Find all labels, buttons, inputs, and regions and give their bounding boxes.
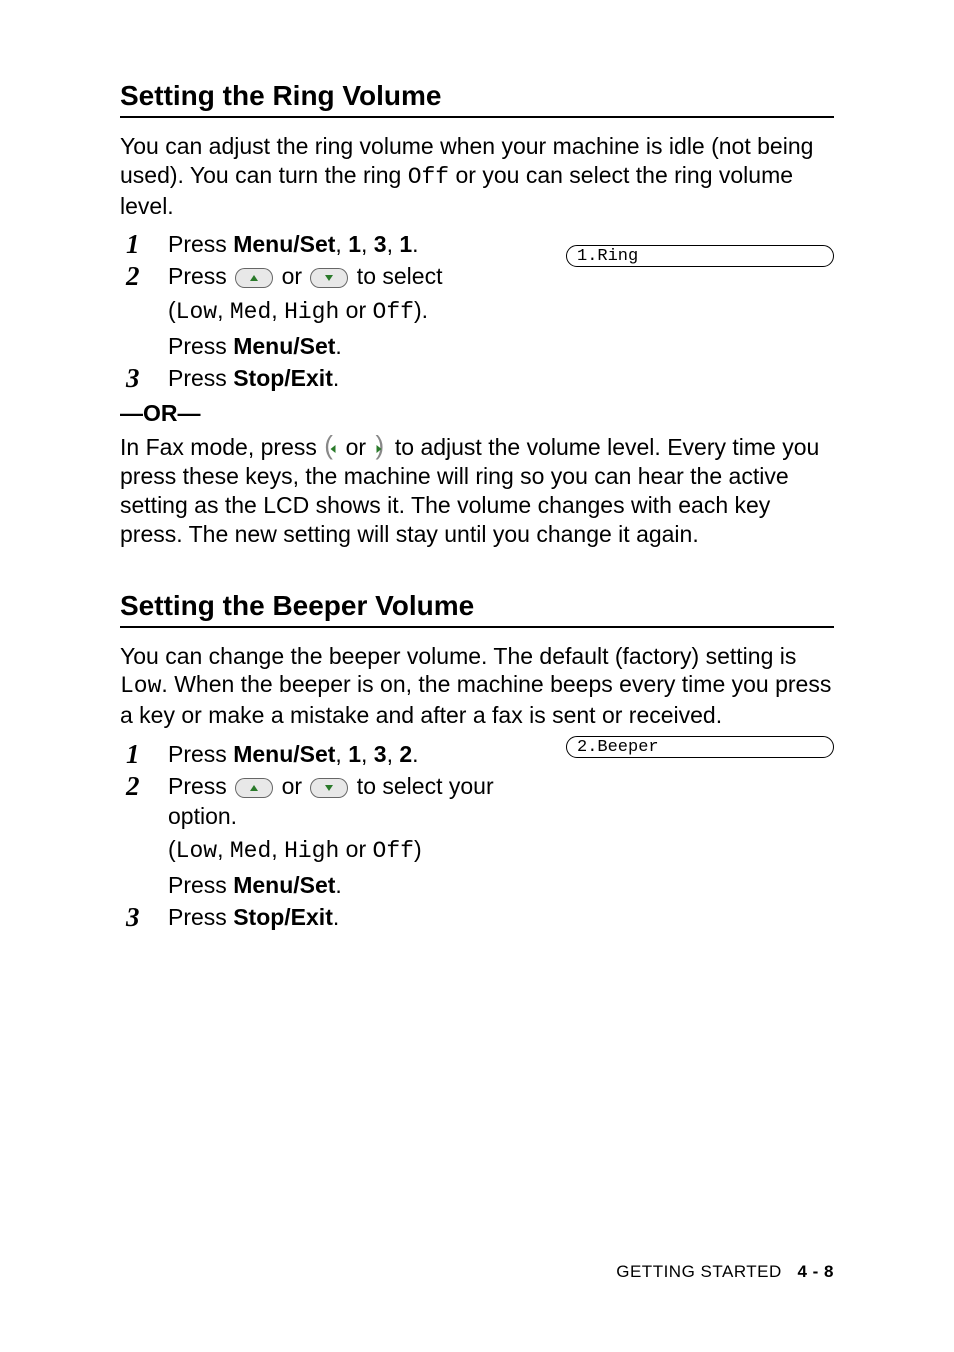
page-footer: GETTING STARTED 4 - 8 [616,1262,834,1282]
text: ) [414,836,422,862]
section1-intro-mono: Off [408,164,449,190]
section1-title: Setting the Ring Volume [120,80,834,118]
text: , [271,297,284,323]
lcd-beeper-display: 2.Beeper [566,736,834,758]
opt-off: Off [373,299,414,325]
text: . [335,333,341,359]
menu-set-label: Menu/Set [233,333,335,359]
text: or [339,297,372,323]
text: , [361,231,374,257]
text: or [275,263,308,289]
opt-low: Low [176,838,217,864]
menu-set-label: Menu/Set [233,872,335,898]
stop-exit-label: Stop/Exit [233,904,333,930]
text: . [412,741,418,767]
key-1: 1 [348,231,361,257]
text: , [217,836,230,862]
text: Press [168,773,233,799]
stop-exit-label: Stop/Exit [233,365,333,391]
lcd-ring-display: 1.Ring [566,245,834,267]
text: . [412,231,418,257]
text: , [217,297,230,323]
text: . [335,872,341,898]
step2-options: (Low, Med, High or Off). [168,296,834,328]
step-body: Press or to select your option. (Low, Me… [168,772,548,902]
section1-intro: You can adjust the ring volume when your… [120,132,834,220]
step-body: Press Stop/Exit. [168,364,834,394]
text: Press [168,263,233,289]
key-3: 3 [374,231,387,257]
step-number: 2 [120,772,168,802]
up-arrow-icon [235,778,273,798]
right-arrow-icon [373,436,387,462]
step2-options: (Low, Med, High or Off) [168,835,548,867]
text: or [339,836,372,862]
section2-title: Setting the Beeper Volume [120,590,834,628]
text: Press [168,333,233,359]
or-separator: —OR— [120,400,834,427]
text: , [271,836,284,862]
step-number: 3 [120,364,168,394]
text: Press [168,872,233,898]
opt-off: Off [373,838,414,864]
menu-set-label: Menu/Set [233,231,335,257]
text: ). [414,297,428,323]
text: Press [168,741,233,767]
step-number: 1 [120,230,168,260]
step2-press: Press Menu/Set. [168,332,834,362]
key-1: 1 [348,741,361,767]
key-2: 2 [399,741,412,767]
step-number: 3 [120,903,168,933]
text: , [387,231,400,257]
footer-page: 4 - 8 [797,1262,834,1281]
opt-high: High [284,299,339,325]
section1-step2: 2 Press or to select (Low, Med, High or … [120,262,834,362]
manual-page: Setting the Ring Volume You can adjust t… [0,0,954,1352]
opt-high: High [284,838,339,864]
section2-step2: 2 Press or to select your option. (Low, … [120,772,834,902]
section2-step3: 3 Press Stop/Exit. [120,903,834,933]
text: In Fax mode, press [120,434,323,460]
key-1b: 1 [399,231,412,257]
text: Press [168,231,233,257]
section2-intro-pre: You can change the beeper volume. The de… [120,643,796,669]
text: to select [350,263,442,289]
step-body: Press or to select (Low, Med, High or Of… [168,262,834,362]
left-arrow-icon [324,436,338,462]
text: ( [168,836,176,862]
section1-step3: 3 Press Stop/Exit. [120,364,834,394]
section2-intro-post: . When the beeper is on, the machine bee… [120,671,831,728]
section1-followup: In Fax mode, press or to adjust the volu… [120,433,834,550]
text: , [387,741,400,767]
section2-intro: You can change the beeper volume. The de… [120,642,834,730]
step2-press: Press Menu/Set. [168,871,548,901]
text: . [333,904,339,930]
section2-steps: 1 Press Menu/Set, 1, 3, 2. 2 Press or to… [120,740,834,933]
menu-set-label: Menu/Set [233,741,335,767]
text: , [335,231,348,257]
down-arrow-icon [310,778,348,798]
footer-section: GETTING STARTED [616,1262,782,1281]
section2-intro-mono: Low [120,673,161,699]
text: , [335,741,348,767]
step-number: 2 [120,262,168,292]
text: or [339,434,372,460]
down-arrow-icon [310,268,348,288]
opt-low: Low [176,299,217,325]
text: Press [168,365,233,391]
text: , [361,741,374,767]
text: Press [168,904,233,930]
text: . [333,365,339,391]
text: ( [168,297,176,323]
step-number: 1 [120,740,168,770]
opt-med: Med [230,299,271,325]
up-arrow-icon [235,268,273,288]
text: or [275,773,308,799]
step-body: Press Stop/Exit. [168,903,834,933]
key-3: 3 [374,741,387,767]
opt-med: Med [230,838,271,864]
